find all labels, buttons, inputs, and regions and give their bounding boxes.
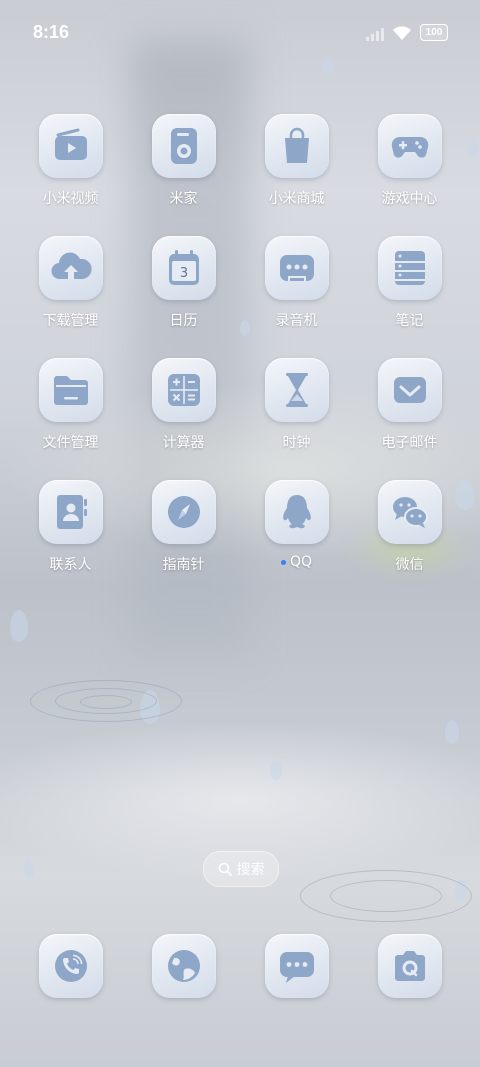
app-label: 米家 xyxy=(169,191,198,207)
app-label: 小米商城 xyxy=(268,191,325,207)
dock-browser[interactable] xyxy=(127,934,240,998)
status-time: 8:16 xyxy=(33,22,70,42)
app-label: 笔记 xyxy=(395,313,424,329)
app-recorder[interactable]: 录音机 xyxy=(240,236,353,358)
search-button[interactable]: 搜索 xyxy=(203,851,279,887)
app-label: 下载管理 xyxy=(42,313,99,329)
app-email[interactable]: 电子邮件 xyxy=(353,358,466,480)
app-label: 计算器 xyxy=(162,435,205,451)
search-label: 搜索 xyxy=(236,862,265,878)
app-label: 小米视频 xyxy=(42,191,99,207)
search-icon xyxy=(218,862,232,876)
app-label: 录音机 xyxy=(275,313,318,329)
cloud-download-icon xyxy=(50,252,92,280)
mijia-icon xyxy=(170,128,197,164)
dock xyxy=(14,934,466,998)
app-clock[interactable]: 时钟 xyxy=(240,358,353,480)
hourglass-icon xyxy=(285,373,308,407)
app-wechat[interactable]: 微信 xyxy=(353,480,466,602)
folder-icon xyxy=(53,376,88,405)
app-mi-video[interactable]: 小米视频 xyxy=(14,114,127,236)
app-downloads[interactable]: 下载管理 xyxy=(14,236,127,358)
notes-icon xyxy=(394,251,425,285)
app-calculator[interactable]: 计算器 xyxy=(127,358,240,480)
gamepad-icon xyxy=(391,137,428,158)
app-label: 文件管理 xyxy=(42,435,99,451)
camera-icon xyxy=(394,951,425,981)
app-label: QQ xyxy=(289,554,313,570)
app-label: 指南针 xyxy=(162,557,205,573)
calculator-icon xyxy=(167,374,200,406)
phone-icon xyxy=(54,950,87,982)
app-label: 时钟 xyxy=(282,435,311,451)
app-notes[interactable]: 笔记 xyxy=(353,236,466,358)
email-icon xyxy=(393,377,426,403)
app-compass[interactable]: 指南针 xyxy=(127,480,240,602)
recorder-icon xyxy=(279,255,314,281)
calendar-day: 3 xyxy=(179,266,187,281)
signal-icon xyxy=(366,25,384,41)
app-label-qq: QQ xyxy=(280,554,313,570)
calendar-icon: 3 xyxy=(168,250,199,285)
battery-icon: 100 xyxy=(420,24,448,41)
dock-messages[interactable] xyxy=(240,934,353,998)
app-contacts[interactable]: 联系人 xyxy=(14,480,127,602)
app-qq[interactable]: QQ xyxy=(240,480,353,602)
status-icons: 100 xyxy=(366,24,448,41)
shopping-bag-icon xyxy=(284,127,309,163)
app-label: 微信 xyxy=(395,557,424,573)
app-label: 电子邮件 xyxy=(381,435,438,451)
app-label: 联系人 xyxy=(49,557,92,573)
app-grid: 小米视频 米家 小米商城 游戏中心 下载管理 3 日历 录音机 笔记 文件管理 … xyxy=(14,114,466,602)
battery-level: 100 xyxy=(425,27,443,38)
app-mijia[interactable]: 米家 xyxy=(127,114,240,236)
message-icon xyxy=(279,952,314,983)
new-indicator-dot xyxy=(280,559,286,565)
compass-icon xyxy=(167,496,200,528)
video-icon xyxy=(54,128,87,160)
app-label: 游戏中心 xyxy=(381,191,438,207)
globe-icon xyxy=(167,950,200,982)
app-calendar[interactable]: 3 日历 xyxy=(127,236,240,358)
app-label: 日历 xyxy=(169,313,198,329)
status-bar: 8:16 100 xyxy=(0,0,480,68)
app-file-manager[interactable]: 文件管理 xyxy=(14,358,127,480)
wechat-icon xyxy=(392,497,428,528)
app-game-center[interactable]: 游戏中心 xyxy=(353,114,466,236)
app-mi-store[interactable]: 小米商城 xyxy=(240,114,353,236)
contacts-icon xyxy=(56,495,87,529)
wifi-icon xyxy=(393,25,411,40)
qq-penguin-icon xyxy=(282,495,311,529)
dock-camera[interactable] xyxy=(353,934,466,998)
dock-phone[interactable] xyxy=(14,934,127,998)
